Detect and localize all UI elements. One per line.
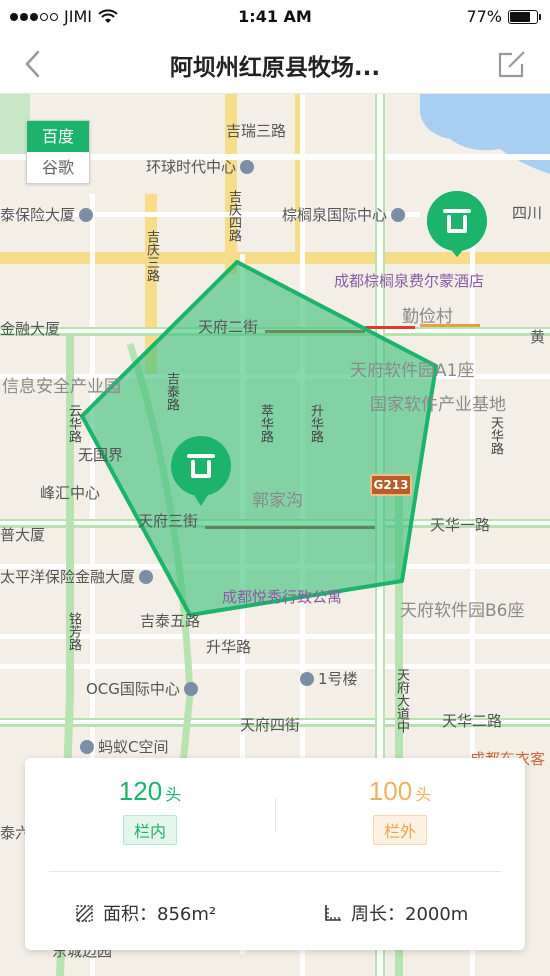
map-label: 铭芳路 bbox=[66, 612, 81, 651]
map-label: 天华路 bbox=[488, 416, 503, 455]
map-label: 吉瑞三路 bbox=[226, 122, 287, 140]
back-icon[interactable] bbox=[18, 48, 50, 80]
outside-count-stat: 100 头 栏外 bbox=[275, 776, 525, 845]
map-label: 天华二路 bbox=[442, 712, 503, 730]
fence-stats-card: 120 头 栏内 100 头 栏外 面积：856m² 周长：2000m bbox=[25, 758, 525, 950]
device-pin-icon[interactable] bbox=[169, 434, 233, 514]
map-label: 成都棕榈泉费尔蒙酒店 bbox=[334, 272, 485, 290]
map-label: 无国界 bbox=[78, 446, 124, 464]
map-label: 棕榈泉国际中心 bbox=[282, 204, 406, 225]
map-option-google[interactable]: 谷歌 bbox=[27, 152, 89, 183]
map-label: 云华路 bbox=[66, 404, 81, 443]
inside-count-stat: 120 头 栏内 bbox=[25, 776, 275, 845]
map-label: 黄 bbox=[530, 328, 546, 346]
battery-percent: 77% bbox=[466, 7, 502, 26]
map-label: 升华路 bbox=[308, 404, 323, 443]
map-label: 天府二街 bbox=[198, 318, 259, 336]
map-label: 天府大道中 bbox=[394, 668, 409, 733]
map-label: 萃华路 bbox=[258, 404, 273, 443]
map-label: 金融大厦 bbox=[0, 320, 61, 338]
map-label: 吉泰五路 bbox=[140, 612, 201, 630]
map-label: 1号楼 bbox=[300, 668, 358, 689]
highway-shield: G213 bbox=[370, 474, 412, 496]
map-label: 升华路 bbox=[206, 638, 252, 656]
map-label: 勤俭村 bbox=[402, 307, 453, 327]
map-label: 四川 bbox=[512, 204, 543, 222]
map-label: 吉庆四路 bbox=[226, 190, 241, 242]
map-label: 峰汇中心 bbox=[40, 484, 101, 502]
map-label: 天府软件园A1座 bbox=[350, 361, 475, 381]
map-label: 成都悦秀行致公寓 bbox=[222, 588, 343, 606]
perimeter-metric: 周长：2000m bbox=[323, 900, 468, 926]
area-metric: 面积：856m² bbox=[75, 900, 216, 926]
map-label: 蚂蚁C空间 bbox=[80, 736, 168, 757]
status-bar: JIMI 1:41 AM 77% bbox=[0, 0, 550, 34]
map-label: 环球时代中心 bbox=[146, 156, 255, 177]
map-label: 吉庆三路 bbox=[144, 230, 159, 282]
map-label: 吉泰路 bbox=[164, 372, 179, 411]
outside-count: 100 bbox=[368, 776, 413, 806]
map-label: 太平洋保险金融大厦 bbox=[0, 566, 154, 587]
map-label: 国家软件产业基地 bbox=[370, 395, 506, 415]
map-label: 天府四街 bbox=[240, 716, 301, 734]
map-type-switch: 百度 谷歌 bbox=[26, 120, 90, 184]
edit-icon[interactable] bbox=[496, 48, 528, 80]
map-label: OCG国际中心 bbox=[86, 678, 198, 699]
perimeter-label: 周长：2000m bbox=[351, 904, 469, 925]
map-label: 郭家沟 bbox=[252, 491, 303, 511]
area-icon bbox=[76, 905, 93, 922]
outside-badge: 栏外 bbox=[372, 815, 427, 845]
map-label: 信息安全产业园 bbox=[2, 377, 121, 397]
card-divider bbox=[49, 871, 501, 872]
map-label: 天府软件园B6座 bbox=[400, 601, 525, 621]
status-right: 77% bbox=[466, 7, 541, 26]
map-label: 泰保险大厦 bbox=[0, 204, 94, 225]
map-label: 普大厦 bbox=[0, 526, 46, 544]
map-label: 天华一路 bbox=[430, 516, 491, 534]
map-option-baidu[interactable]: 百度 bbox=[27, 121, 89, 152]
inside-count: 120 bbox=[118, 776, 163, 806]
inside-unit: 头 bbox=[165, 785, 182, 804]
area-label: 面积：856m² bbox=[103, 904, 217, 925]
battery-icon bbox=[508, 9, 541, 24]
nav-bar: 阿坝州红原县牧场... bbox=[0, 34, 550, 94]
inside-badge: 栏内 bbox=[122, 815, 177, 845]
device-pin-icon[interactable] bbox=[425, 189, 489, 269]
ruler-icon bbox=[325, 905, 341, 921]
page-title: 阿坝州红原县牧场... bbox=[169, 55, 381, 81]
outside-unit: 头 bbox=[415, 785, 432, 804]
